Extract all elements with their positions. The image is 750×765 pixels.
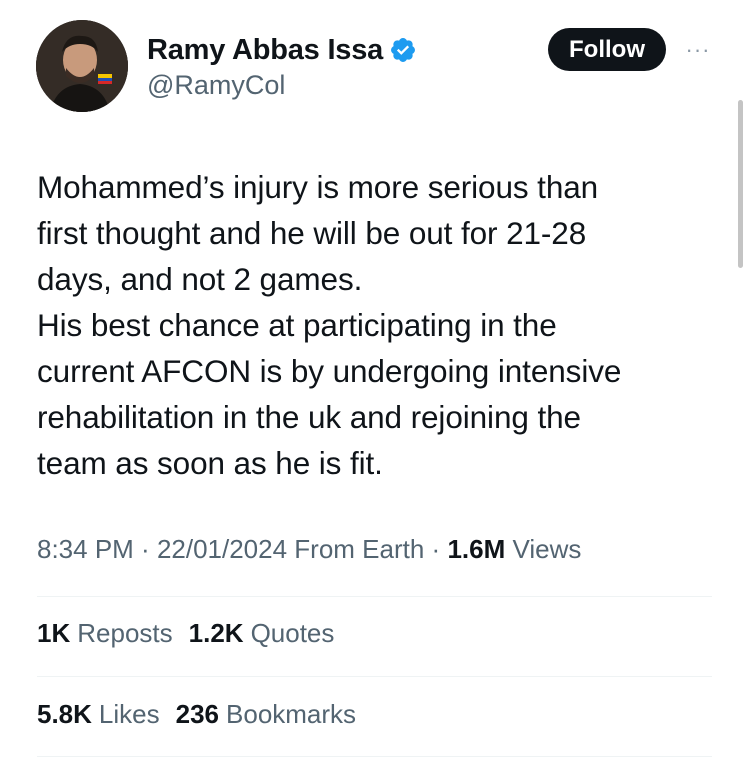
divider	[37, 756, 712, 757]
tweet-time[interactable]: 8:34 PM	[37, 534, 134, 564]
tweet-text: Mohammed’s injury is more serious than f…	[37, 169, 622, 481]
author-display-name[interactable]: Ramy Abbas Issa	[147, 34, 383, 67]
avatar-image	[36, 20, 128, 112]
reposts-stat[interactable]: 1K Reposts	[37, 618, 173, 649]
views-label: Views	[512, 534, 582, 564]
more-options-icon[interactable]: ···	[678, 30, 718, 70]
quotes-label: Quotes	[250, 618, 335, 648]
tweet-meta: 8:34 PM · 22/01/2024 From Earth · 1.6M V…	[37, 534, 581, 565]
bookmarks-stat[interactable]: 236 Bookmarks	[176, 699, 356, 730]
divider	[37, 676, 712, 677]
author-handle[interactable]: @RamyCol	[147, 70, 285, 101]
stats-row-shares: 1K Reposts 1.2K Quotes	[37, 618, 350, 649]
tweet-header: Ramy Abbas Issa @RamyCol Follow ···	[0, 0, 750, 120]
meta-separator: ·	[424, 534, 448, 564]
bookmarks-count: 236	[175, 699, 220, 729]
stats-row-engagement: 5.8K Likes 236 Bookmarks	[37, 699, 372, 730]
likes-stat[interactable]: 5.8K Likes	[37, 699, 160, 730]
author-avatar[interactable]	[36, 20, 128, 112]
bookmarks-label: Bookmarks	[226, 699, 357, 729]
views-count: 1.6M	[447, 534, 506, 564]
divider	[37, 596, 712, 597]
reposts-count: 1K	[37, 618, 71, 648]
reposts-label: Reposts	[77, 618, 173, 648]
tweet-source: From Earth	[287, 534, 425, 564]
author-name-row[interactable]: Ramy Abbas Issa	[147, 30, 417, 70]
follow-button[interactable]: Follow	[548, 28, 666, 71]
tweet-date[interactable]: 22/01/2024	[157, 534, 287, 564]
quotes-count: 1.2K	[188, 618, 244, 648]
scrollbar[interactable]	[738, 100, 743, 268]
meta-separator: ·	[133, 534, 157, 564]
likes-count: 5.8K	[37, 699, 92, 729]
likes-label: Likes	[98, 699, 160, 729]
verified-badge-icon	[389, 36, 417, 64]
quotes-stat[interactable]: 1.2K Quotes	[189, 618, 335, 649]
